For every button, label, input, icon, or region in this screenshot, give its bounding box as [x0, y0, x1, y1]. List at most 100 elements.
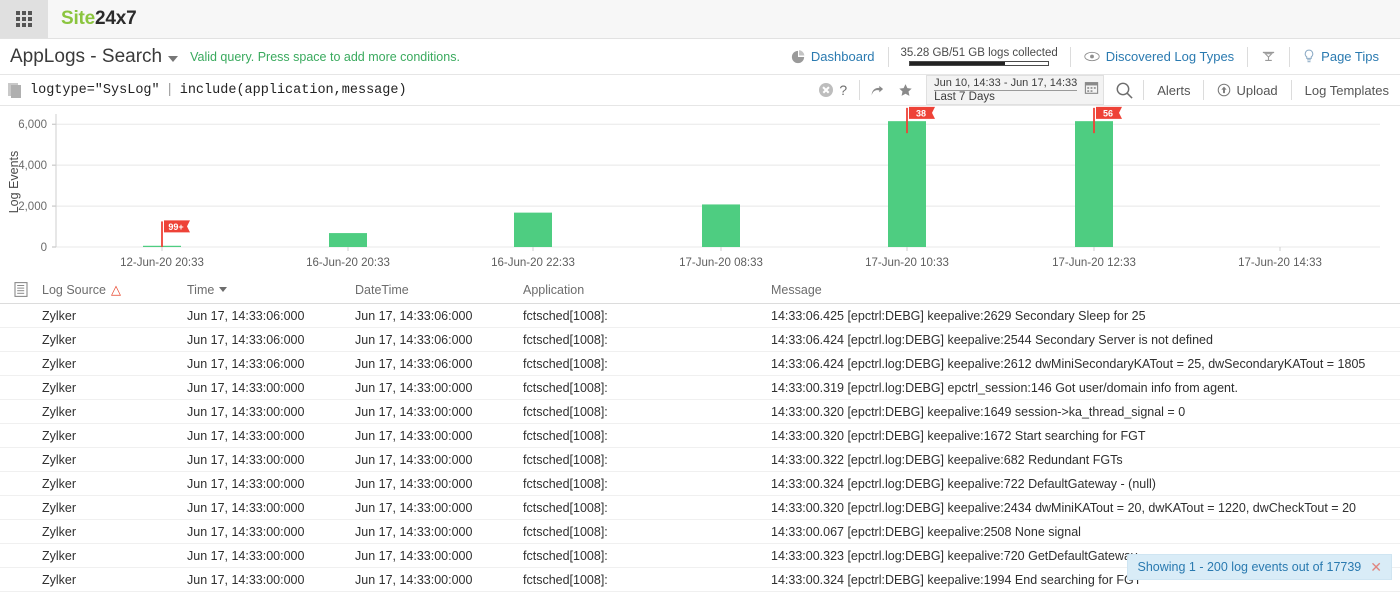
- cell-time: Jun 17, 14:33:00:000: [187, 453, 355, 467]
- cell-time: Jun 17, 14:33:00:000: [187, 477, 355, 491]
- column-header-message[interactable]: Message: [771, 283, 1400, 297]
- date-range-preset: Last 7 Days: [934, 91, 1077, 103]
- column-header-time[interactable]: Time: [187, 283, 355, 297]
- query-row: logtype="SysLog"|include(application,mes…: [0, 75, 1400, 106]
- upload-tab[interactable]: Upload: [1206, 83, 1288, 98]
- log-events-table: ZylkerJun 17, 14:33:06:000Jun 17, 14:33:…: [0, 304, 1400, 592]
- cell-source: Zylker: [42, 309, 187, 323]
- chart-bar[interactable]: [329, 233, 367, 247]
- cell-application: fctsched[1008]:: [523, 477, 771, 491]
- date-range-picker[interactable]: Jun 10, 14:33 - Jun 17, 14:33 Last 7 Day…: [926, 75, 1104, 105]
- cell-message: 14:33:06.424 [epctrl.log:DEBG] keepalive…: [771, 357, 1400, 371]
- site24x7-logo[interactable]: Site24x7: [48, 0, 137, 38]
- page-title: AppLogs - Search: [10, 46, 178, 68]
- table-row[interactable]: ZylkerJun 17, 14:33:00:000Jun 17, 14:33:…: [0, 472, 1400, 496]
- alerts-tab[interactable]: Alerts: [1146, 83, 1201, 98]
- quota-indicator: 35.28 GB/51 GB logs collected: [889, 47, 1070, 66]
- table-row[interactable]: ZylkerJun 17, 14:33:00:000Jun 17, 14:33:…: [0, 496, 1400, 520]
- column-header-datetime[interactable]: DateTime: [355, 283, 523, 297]
- app-grid-icon[interactable]: [0, 0, 48, 38]
- list-view-icon[interactable]: [0, 282, 42, 297]
- chart-bar[interactable]: [1075, 121, 1113, 247]
- dashboard-link[interactable]: Dashboard: [778, 46, 888, 68]
- copy-query-icon[interactable]: [8, 82, 22, 98]
- cell-source: Zylker: [42, 549, 187, 563]
- column-header-log-source[interactable]: Log Source △: [42, 282, 187, 298]
- x-axis-tick-label: 17-Jun-20 08:33: [679, 257, 763, 269]
- query-help-button[interactable]: ?: [839, 82, 847, 98]
- cell-datetime: Jun 17, 14:33:00:000: [355, 477, 523, 491]
- column-header-application[interactable]: Application: [523, 283, 771, 297]
- discovered-log-types-link[interactable]: Discovered Log Types: [1071, 46, 1247, 68]
- table-row[interactable]: ZylkerJun 17, 14:33:06:000Jun 17, 14:33:…: [0, 352, 1400, 376]
- logo-num-text: 24x7: [95, 8, 136, 30]
- chart-canvas[interactable]: 02,0004,0006,000Log Events12-Jun-20 20:3…: [0, 106, 1400, 276]
- funnel-button[interactable]: [1248, 46, 1289, 68]
- star-icon[interactable]: [891, 83, 920, 98]
- table-header: Log Source △ Time DateTime Application M…: [0, 276, 1400, 304]
- table-row[interactable]: ZylkerJun 17, 14:33:00:000Jun 17, 14:33:…: [0, 400, 1400, 424]
- query-expression-left: logtype="SysLog": [30, 83, 160, 98]
- table-row[interactable]: ZylkerJun 17, 14:33:00:000Jun 17, 14:33:…: [0, 376, 1400, 400]
- cell-datetime: Jun 17, 14:33:00:000: [355, 549, 523, 563]
- cell-application: fctsched[1008]:: [523, 525, 771, 539]
- query-pipe: |: [160, 83, 180, 98]
- eye-icon: [1084, 51, 1100, 62]
- query-input[interactable]: logtype="SysLog"|include(application,mes…: [30, 83, 407, 98]
- cell-time: Jun 17, 14:33:00:000: [187, 525, 355, 539]
- table-row[interactable]: ZylkerJun 17, 14:33:00:000Jun 17, 14:33:…: [0, 424, 1400, 448]
- cell-datetime: Jun 17, 14:33:00:000: [355, 381, 523, 395]
- cell-message: 14:33:00.320 [epctrl:DEBG] keepalive:164…: [771, 405, 1400, 419]
- cell-datetime: Jun 17, 14:33:06:000: [355, 357, 523, 371]
- table-row[interactable]: ZylkerJun 17, 14:33:06:000Jun 17, 14:33:…: [0, 304, 1400, 328]
- cell-source: Zylker: [42, 453, 187, 467]
- cell-time: Jun 17, 14:33:06:000: [187, 333, 355, 347]
- search-icon[interactable]: [1108, 81, 1141, 100]
- page-tips-link[interactable]: Page Tips: [1290, 46, 1392, 68]
- chart-bar[interactable]: [514, 213, 552, 247]
- title-row-actions: Dashboard 35.28 GB/51 GB logs collected …: [778, 39, 1392, 74]
- column-header-message-label: Message: [771, 283, 822, 297]
- close-icon[interactable]: ✕: [1370, 560, 1382, 574]
- table-row[interactable]: ZylkerJun 17, 14:33:00:000Jun 17, 14:33:…: [0, 448, 1400, 472]
- applogs-search-page: Site24x7 AppLogs - Search Valid query. P…: [0, 0, 1400, 600]
- y-axis-tick-label: 2,000: [18, 201, 47, 213]
- log-templates-tab[interactable]: Log Templates: [1294, 83, 1400, 98]
- upload-icon: [1217, 83, 1231, 97]
- cell-application: fctsched[1008]:: [523, 357, 771, 371]
- cell-time: Jun 17, 14:33:00:000: [187, 549, 355, 563]
- cell-datetime: Jun 17, 14:33:00:000: [355, 501, 523, 515]
- title-row: AppLogs - Search Valid query. Press spac…: [0, 39, 1400, 75]
- marker-label: 56: [1103, 108, 1113, 118]
- logo-site-text: Site: [61, 8, 95, 30]
- top-bar: Site24x7: [0, 0, 1400, 39]
- date-range-value: Jun 10, 14:33 - Jun 17, 14:33: [934, 77, 1077, 91]
- divider: [1291, 80, 1292, 100]
- cell-datetime: Jun 17, 14:33:06:000: [355, 309, 523, 323]
- table-row[interactable]: ZylkerJun 17, 14:33:00:000Jun 17, 14:33:…: [0, 520, 1400, 544]
- log-events-histogram: 02,0004,0006,000Log Events12-Jun-20 20:3…: [0, 106, 1400, 276]
- chart-alert-marker[interactable]: 99+: [162, 220, 190, 247]
- cell-source: Zylker: [42, 477, 187, 491]
- cell-source: Zylker: [42, 573, 187, 587]
- chart-bar[interactable]: [888, 121, 926, 247]
- upload-label: Upload: [1236, 83, 1277, 98]
- pie-chart-icon: [791, 50, 805, 64]
- column-header-log-source-label: Log Source: [42, 283, 106, 297]
- share-icon[interactable]: [862, 83, 891, 98]
- cell-source: Zylker: [42, 381, 187, 395]
- discovered-log-types-label: Discovered Log Types: [1106, 49, 1234, 64]
- cell-application: fctsched[1008]:: [523, 549, 771, 563]
- clear-icon[interactable]: [819, 83, 833, 97]
- marker-label: 99+: [168, 222, 183, 232]
- warning-triangle-icon[interactable]: △: [111, 282, 121, 298]
- table-row[interactable]: ZylkerJun 17, 14:33:06:000Jun 17, 14:33:…: [0, 328, 1400, 352]
- cell-time: Jun 17, 14:33:00:000: [187, 381, 355, 395]
- cell-datetime: Jun 17, 14:33:00:000: [355, 573, 523, 587]
- chart-bar[interactable]: [702, 204, 740, 247]
- chevron-down-icon[interactable]: [168, 56, 178, 62]
- sort-descending-icon[interactable]: [219, 287, 227, 292]
- cell-time: Jun 17, 14:33:00:000: [187, 405, 355, 419]
- cell-message: 14:33:00.320 [epctrl:DEBG] keepalive:167…: [771, 429, 1400, 443]
- y-axis-tick-label: 0: [41, 242, 47, 254]
